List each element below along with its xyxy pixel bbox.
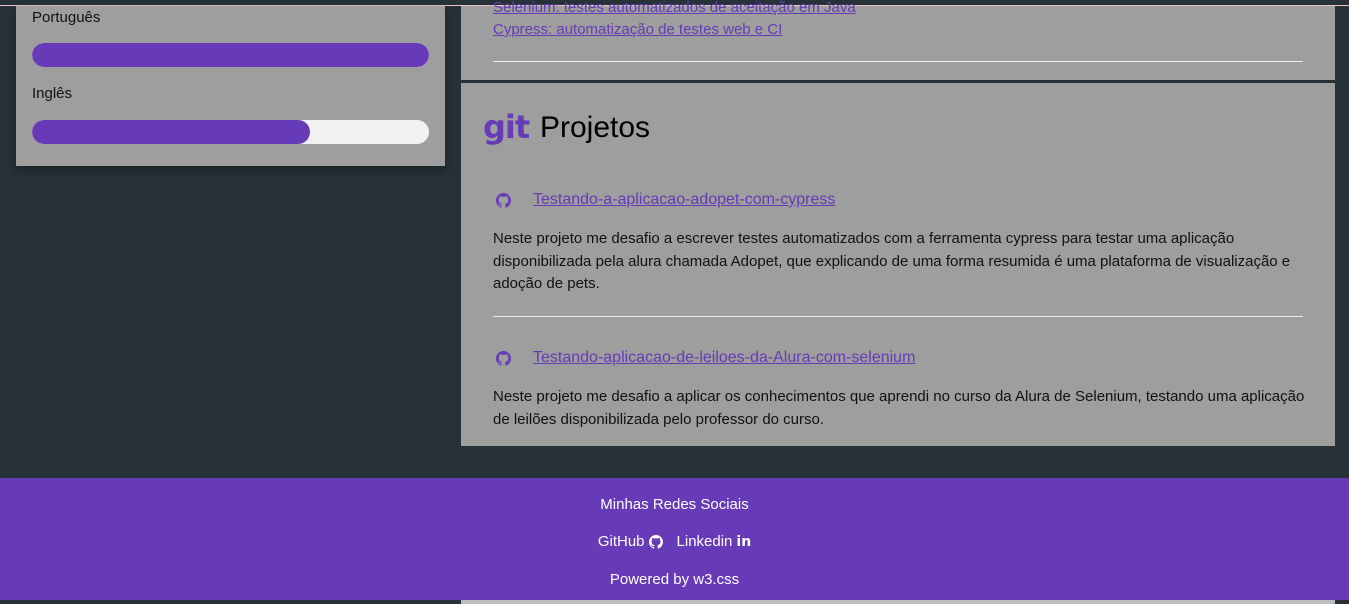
language-bar-english: [32, 120, 429, 144]
linkedin-link-label: Linkedin: [676, 533, 733, 550]
language-bar-portuguese: [32, 43, 429, 67]
divider: [493, 316, 1303, 317]
linkedin-icon: in: [736, 533, 752, 550]
project-link[interactable]: Testando-a-aplicacao-adopet-com-cypress: [533, 191, 835, 209]
footer-title: Minhas Redes Sociais: [600, 496, 749, 513]
language-label-english: Inglês: [32, 85, 73, 102]
language-label-portuguese: Português: [32, 9, 101, 26]
github-icon: [648, 534, 663, 549]
course-link-cypress[interactable]: Cypress: automatização de testes web e C…: [493, 21, 782, 38]
bottom-edge: [0, 600, 1349, 604]
linkedin-link[interactable]: Linkedin in: [677, 533, 752, 550]
project-description: Neste projeto me desafio a escrever test…: [493, 230, 1291, 292]
divider: [493, 61, 1303, 62]
language-bar-fill: [32, 120, 310, 144]
courses-card: Selenium: testes automatizados de aceita…: [461, 0, 1335, 80]
github-icon: [496, 193, 511, 208]
git-icon: git: [483, 108, 530, 146]
github-link[interactable]: GitHub: [598, 533, 663, 550]
social-links: GitHub Linkedin in: [0, 533, 1349, 550]
github-link-label: GitHub: [597, 533, 645, 550]
footer: Minhas Redes Sociais GitHub Linkedin in …: [0, 478, 1349, 600]
github-icon: [496, 351, 511, 366]
language-bar-fill: [32, 43, 429, 67]
project-link[interactable]: Testando-aplicacao-de-leiloes-da-Alura-c…: [533, 349, 915, 367]
project-description: Neste projeto me desafio a aplicar os co…: [493, 388, 1305, 428]
projects-card: git Projetos Testando-a-aplicacao-adopet…: [461, 83, 1335, 446]
powered-by: Powered by w3.css: [609, 571, 740, 588]
section-title: Projetos: [540, 111, 651, 144]
languages-card: Português Inglês: [16, 6, 445, 166]
course-link-selenium[interactable]: Selenium: testes automatizados de aceita…: [493, 0, 856, 16]
